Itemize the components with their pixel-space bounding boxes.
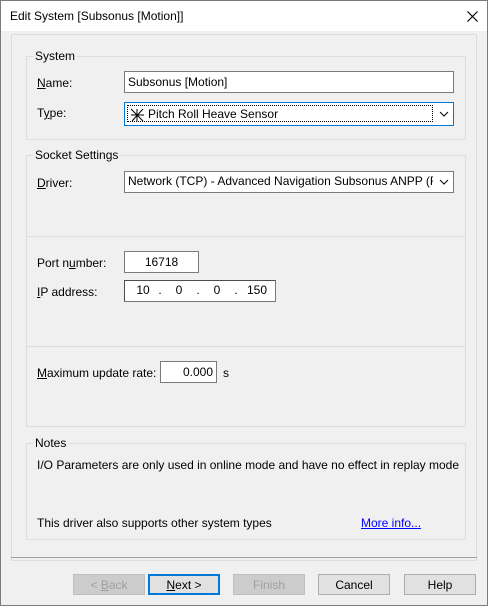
port-number-field[interactable]: 16718 bbox=[124, 251, 199, 273]
close-button[interactable] bbox=[457, 1, 487, 31]
ip-address-field[interactable]: 10 . 0 . 0 . 150 bbox=[124, 280, 276, 302]
settings-panel: System Name: Subsonus [Motion] Type: Pit… bbox=[11, 34, 477, 561]
help-button[interactable]: Help bbox=[404, 574, 476, 595]
title-bar: Edit System [Subsonus [Motion]] bbox=[1, 1, 487, 31]
divider bbox=[27, 236, 465, 237]
rate-unit-label: s bbox=[223, 366, 229, 380]
ip-address-label: IP address: bbox=[37, 285, 98, 299]
cancel-button[interactable]: Cancel bbox=[318, 574, 390, 595]
ip-octet-3[interactable]: 0 bbox=[205, 283, 229, 297]
name-label: Name: bbox=[37, 76, 73, 90]
socket-settings-label: Socket Settings bbox=[33, 148, 121, 162]
max-update-rate-label: Maximum update rate: bbox=[37, 366, 157, 380]
finish-button[interactable]: Finish bbox=[233, 574, 305, 595]
window-title: Edit System [Subsonus [Motion]] bbox=[10, 9, 184, 23]
ip-octet-1[interactable]: 10 bbox=[131, 283, 155, 297]
name-field[interactable]: Subsonus [Motion] bbox=[124, 71, 454, 93]
ip-dot: . bbox=[234, 283, 238, 297]
notes-line-2: This driver also supports other system t… bbox=[37, 516, 272, 530]
driver-dropdown[interactable]: Network (TCP) - Advanced Navigation Subs… bbox=[124, 171, 454, 193]
chevron-down-icon[interactable] bbox=[435, 172, 453, 192]
divider bbox=[27, 346, 465, 347]
type-dropdown-value: Pitch Roll Heave Sensor bbox=[127, 105, 433, 122]
system-group-label: System bbox=[33, 49, 78, 63]
ip-dot: . bbox=[158, 283, 162, 297]
port-number-label: Port number: bbox=[37, 256, 107, 270]
max-update-rate-field[interactable]: 0.000 bbox=[160, 361, 217, 383]
back-button[interactable]: < Back bbox=[73, 574, 145, 595]
sensor-icon bbox=[130, 108, 144, 122]
ip-octet-4[interactable]: 150 bbox=[243, 283, 271, 297]
driver-dropdown-value: Network (TCP) - Advanced Navigation Subs… bbox=[128, 174, 433, 188]
divider bbox=[11, 557, 477, 558]
notes-line-1: I/O Parameters are only used in online m… bbox=[37, 458, 460, 472]
ip-octet-2[interactable]: 0 bbox=[167, 283, 191, 297]
system-group: System bbox=[26, 49, 466, 140]
type-dropdown[interactable]: Pitch Roll Heave Sensor bbox=[124, 102, 454, 126]
type-label: Type: bbox=[37, 106, 67, 120]
next-button[interactable]: Next > bbox=[148, 574, 220, 595]
more-info-link[interactable]: More info... bbox=[361, 516, 421, 530]
ip-dot: . bbox=[196, 283, 200, 297]
edit-system-dialog: Edit System [Subsonus [Motion]] System N… bbox=[0, 0, 488, 606]
driver-label: Driver: bbox=[37, 176, 73, 190]
notes-group-label: Notes bbox=[33, 436, 69, 450]
chevron-down-icon[interactable] bbox=[435, 103, 453, 125]
close-icon bbox=[466, 10, 478, 22]
